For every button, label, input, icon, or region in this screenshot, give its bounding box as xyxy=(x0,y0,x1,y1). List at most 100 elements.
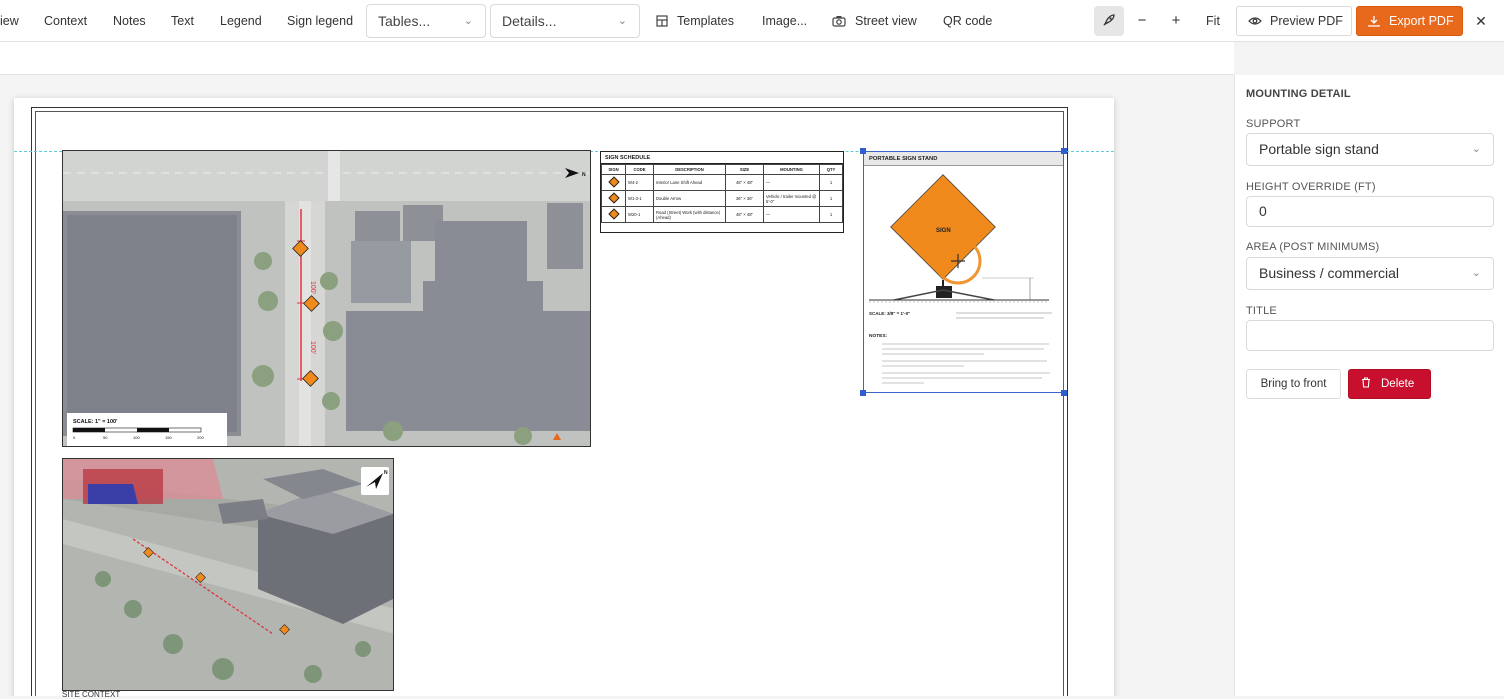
table-cell: 1 xyxy=(819,206,843,223)
column-header: SIGN xyxy=(601,164,626,175)
portable-sign-stand-detail[interactable]: PORTABLE SIGN STAND SIGN SCALE: 3/8" = 1… xyxy=(863,151,1064,393)
tables-select-value: Tables... xyxy=(378,13,431,29)
scale-tick: 100 xyxy=(133,435,140,440)
templates-label: Templates xyxy=(677,14,734,28)
column-header: CODE xyxy=(625,164,654,175)
table-cell: Double Arrow xyxy=(653,190,726,207)
fit-button[interactable]: Fit xyxy=(1198,6,1228,36)
table-cell: W4-2 xyxy=(625,174,654,191)
detail-scale-text: SCALE: 3/8" = 1'-0" xyxy=(869,311,910,316)
chevron-down-icon: ⌄ xyxy=(463,15,473,27)
sign-panel-text: SIGN xyxy=(936,228,951,234)
area-select[interactable]: Business / commercial ⌄ xyxy=(1246,257,1494,290)
detail-title: PORTABLE SIGN STAND xyxy=(864,152,1063,166)
sign-stand-drawing: SIGN SCALE: 3/8" = 1'-0" NOTES: xyxy=(869,174,1052,384)
column-header: DESCRIPTION xyxy=(653,164,726,175)
height-override-input[interactable]: 0 xyxy=(1246,196,1494,227)
qr-code-menu[interactable]: QR code xyxy=(943,0,992,42)
details-select-value: Details... xyxy=(502,13,557,29)
warning-sign-icon xyxy=(607,192,620,204)
bring-to-front-button[interactable]: Bring to front xyxy=(1246,369,1341,399)
notes-menu[interactable]: Notes xyxy=(113,0,146,42)
eye-icon xyxy=(1248,17,1262,25)
table-cell: — xyxy=(763,174,820,191)
trash-icon xyxy=(1362,377,1370,388)
table-cell: 36" × 36" xyxy=(725,190,764,207)
title-input[interactable] xyxy=(1246,320,1494,351)
area-label: AREA (POST MINIMUMS) xyxy=(1246,241,1380,253)
properties-panel: MOUNTING DETAIL SUPPORT Portable sign st… xyxy=(1234,75,1504,696)
table-cell: W20-1 xyxy=(625,206,654,223)
table-cell: W1-3-1 xyxy=(625,190,654,207)
sign-legend-menu[interactable]: Sign legend xyxy=(287,0,353,42)
resize-handle[interactable] xyxy=(1061,148,1067,154)
chevron-down-icon: ⌄ xyxy=(1471,267,1481,279)
table-cell: — xyxy=(763,206,820,223)
context-menu[interactable]: Context xyxy=(44,0,87,42)
column-header: QTY xyxy=(819,164,843,175)
preview-pdf-label: Preview PDF xyxy=(1270,14,1343,28)
export-pdf-label: Export PDF xyxy=(1389,14,1454,28)
table-cell: Road (Street) Work (with distance) (Ahea… xyxy=(653,206,726,223)
warning-sign-icon xyxy=(607,208,620,220)
delete-button[interactable]: Delete xyxy=(1348,369,1431,399)
support-select[interactable]: Portable sign stand ⌄ xyxy=(1246,133,1494,166)
delete-label: Delete xyxy=(1381,378,1415,390)
map-caption: SITE CONTEXT xyxy=(62,690,121,699)
export-pdf-button[interactable]: Export PDF xyxy=(1356,6,1463,36)
scale-tick: 50 xyxy=(103,435,108,440)
close-button[interactable]: ✕ xyxy=(1466,6,1496,36)
column-header: SIZE xyxy=(725,164,764,175)
street-view-button[interactable]: Street view xyxy=(832,0,917,42)
panel-heading: MOUNTING DETAIL xyxy=(1246,88,1351,100)
legend-menu[interactable]: Legend xyxy=(220,0,262,42)
table-cell: Interior Lane Shift Ahead xyxy=(653,174,726,191)
templates-icon xyxy=(656,15,668,27)
warning-sign-icon xyxy=(607,176,620,188)
street-view-label: Street view xyxy=(855,14,917,28)
text-menu[interactable]: Text xyxy=(171,0,194,42)
north-label: N xyxy=(582,172,586,178)
table-cell: 48" × 48" xyxy=(725,174,764,191)
oblique-map-viewport[interactable]: N xyxy=(62,458,394,691)
sign-schedule-table[interactable]: SIGN SCHEDULE SIGN CODE DESCRIPTION SIZE… xyxy=(600,151,844,233)
rocket-button[interactable] xyxy=(1094,6,1124,36)
table-cell: 1 xyxy=(819,190,843,207)
image-menu[interactable]: Image... xyxy=(762,0,807,42)
notes-heading: NOTES: xyxy=(869,333,888,339)
view-menu[interactable]: iew xyxy=(0,0,19,42)
map-dimension-label: 100' xyxy=(309,281,316,294)
aerial-map-viewport[interactable]: 100' 100' SCALE: 1" = 100' 0 50 100 150 … xyxy=(62,150,591,447)
chevron-down-icon: ⌄ xyxy=(1471,143,1481,155)
top-toolbar: iew Context Notes Text Legend Sign legen… xyxy=(0,0,1504,42)
height-override-value: 0 xyxy=(1259,203,1267,219)
title-label: TITLE xyxy=(1246,305,1277,317)
map-scale-label: SCALE: 1" = 100' xyxy=(73,419,118,425)
download-icon xyxy=(1368,16,1380,27)
scale-tick: 200 xyxy=(197,435,204,440)
support-label: SUPPORT xyxy=(1246,118,1301,130)
zoom-in-button[interactable]: + xyxy=(1161,6,1191,36)
resize-handle[interactable] xyxy=(860,390,866,396)
height-override-label: HEIGHT OVERRIDE (FT) xyxy=(1246,181,1376,193)
chevron-down-icon: ⌄ xyxy=(617,15,627,27)
camera-icon xyxy=(832,16,846,27)
support-select-value: Portable sign stand xyxy=(1259,141,1379,157)
zoom-out-button[interactable]: − xyxy=(1127,6,1157,36)
area-select-value: Business / commercial xyxy=(1259,265,1400,281)
details-select[interactable]: Details... ⌄ xyxy=(490,4,640,38)
templates-button[interactable]: Templates xyxy=(656,0,734,42)
tables-select[interactable]: Tables... ⌄ xyxy=(366,4,486,38)
north-label: N xyxy=(384,470,388,476)
aerial-map-image: 100' 100' SCALE: 1" = 100' 0 50 100 150 … xyxy=(63,151,590,446)
resize-handle[interactable] xyxy=(860,148,866,154)
table-row: W4-2 Interior Lane Shift Ahead 48" × 48"… xyxy=(601,174,843,191)
table-row: W20-1 Road (Street) Work (with distance)… xyxy=(601,206,843,223)
scale-tick: 150 xyxy=(165,435,172,440)
rocket-icon xyxy=(1103,14,1115,26)
table-row: W1-3-1 Double Arrow 36" × 36" Vehicle / … xyxy=(601,190,843,207)
secondary-bar xyxy=(0,42,1234,75)
preview-pdf-button[interactable]: Preview PDF xyxy=(1236,6,1352,36)
resize-handle[interactable] xyxy=(1061,390,1067,396)
table-cell: 1 xyxy=(819,174,843,191)
